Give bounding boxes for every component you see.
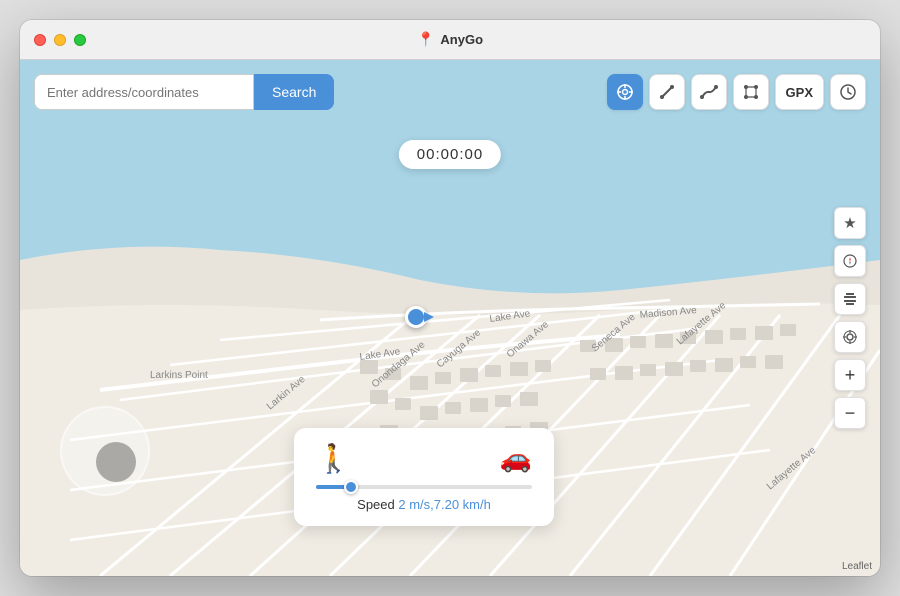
maximize-button[interactable] <box>74 34 86 46</box>
title-bar: 📍 AnyGo <box>20 20 880 60</box>
locate-me-button[interactable] <box>834 321 866 353</box>
multipoint-icon <box>742 83 760 101</box>
layers-icon <box>842 291 858 307</box>
minimize-button[interactable] <box>54 34 66 46</box>
timer-badge: 00:00:00 <box>399 140 501 169</box>
app-title: AnyGo <box>440 32 483 47</box>
gpx-button[interactable]: GPX <box>775 74 824 110</box>
search-area: Search <box>34 74 334 110</box>
svg-text:Larkins Point: Larkins Point <box>150 370 208 381</box>
compass-icon <box>842 253 858 269</box>
search-button[interactable]: Search <box>254 74 334 110</box>
speed-slider[interactable] <box>316 485 532 489</box>
app-title-area: 📍 AnyGo <box>417 31 483 48</box>
toolbar-right: GPX <box>607 74 866 110</box>
pin-icon: 📍 <box>417 31 434 48</box>
history-button[interactable] <box>830 74 866 110</box>
speed-value: 2 m/s,7.20 km/h <box>398 497 490 512</box>
zoom-out-button[interactable]: − <box>834 397 866 429</box>
traffic-lights <box>34 34 86 46</box>
joystick[interactable] <box>60 406 150 496</box>
joystick-outer <box>60 406 150 496</box>
speed-slider-thumb <box>344 480 358 494</box>
layers-button[interactable] <box>834 283 866 315</box>
walk-icon: 🚶 <box>316 442 351 475</box>
timer-value: 00:00:00 <box>417 146 483 163</box>
map-container[interactable]: Lake Ave Lake Ave Madison Ave Lafayette … <box>20 60 880 576</box>
route2-tool-button[interactable] <box>691 74 727 110</box>
close-button[interactable] <box>34 34 46 46</box>
search-input[interactable] <box>34 74 254 110</box>
map-controls: ★ <box>834 207 866 429</box>
multipoint-tool-button[interactable] <box>733 74 769 110</box>
joystick-inner <box>96 442 136 482</box>
history-icon <box>839 83 857 101</box>
crosshair-tool-button[interactable] <box>607 74 643 110</box>
zoom-in-button[interactable]: + <box>834 359 866 391</box>
speed-label: Speed 2 m/s,7.20 km/h <box>316 497 532 512</box>
car-icon: 🚗 <box>500 443 532 474</box>
speed-panel: 🚶 🚗 Speed 2 m/s,7.20 km/h <box>294 428 554 526</box>
app-window: 📍 AnyGo <box>20 20 880 576</box>
compass-button[interactable] <box>834 245 866 277</box>
toolbar: Search <box>34 74 866 110</box>
crosshair-icon <box>616 83 634 101</box>
route1-icon <box>658 83 676 101</box>
location-marker <box>405 306 427 328</box>
map-attribution: Leaflet <box>842 561 872 572</box>
route2-icon <box>700 83 718 101</box>
locate-icon <box>842 329 858 345</box>
speed-panel-icons: 🚶 🚗 <box>316 442 532 475</box>
speed-text: Speed <box>357 497 398 512</box>
favorites-button[interactable]: ★ <box>834 207 866 239</box>
location-dot <box>405 306 427 328</box>
route1-tool-button[interactable] <box>649 74 685 110</box>
